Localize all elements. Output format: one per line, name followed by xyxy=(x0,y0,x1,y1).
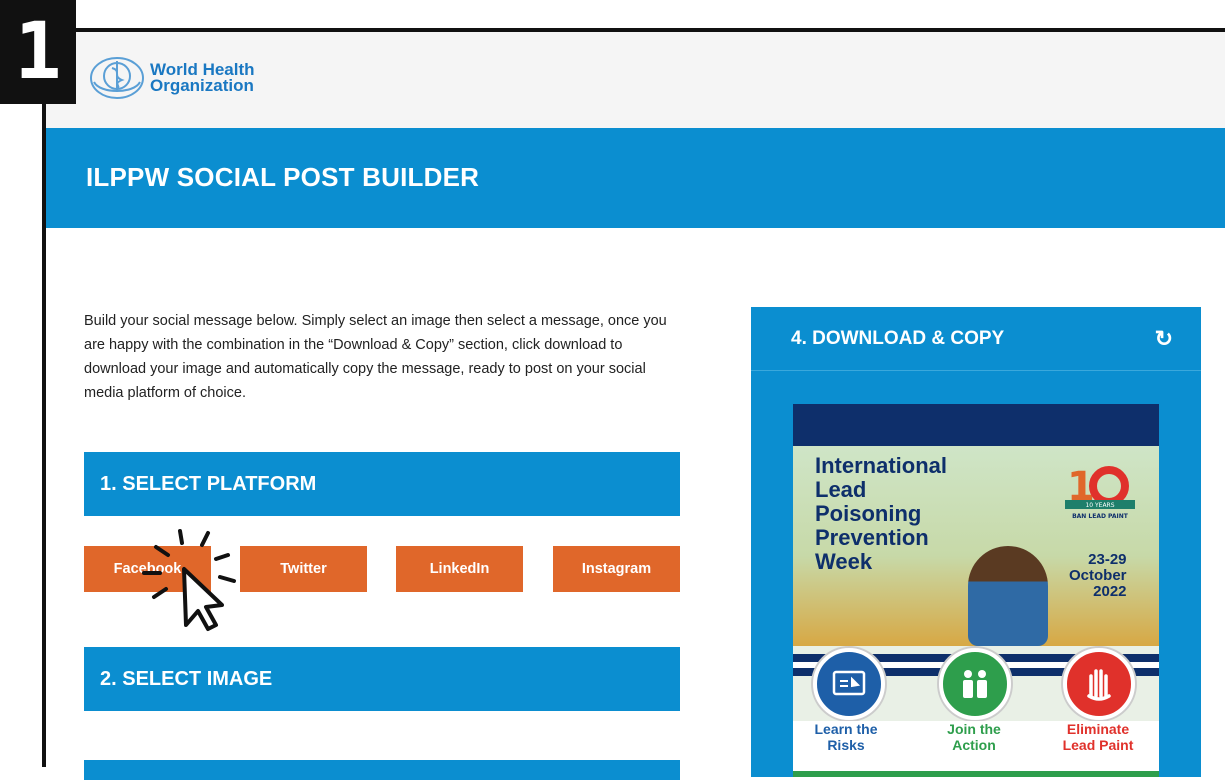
caption-line: Eliminate xyxy=(1066,721,1130,737)
poster-date-line: 2022 xyxy=(1093,583,1127,600)
platform-button-instagram[interactable]: Instagram xyxy=(553,546,680,592)
section-select-platform: 1. SELECT PLATFORM xyxy=(84,452,680,516)
poster-dates: 23-29 October 2022 xyxy=(1069,552,1127,600)
top-bar: World Health Organization xyxy=(46,32,1225,128)
intro-text: Build your social message below. Simply … xyxy=(84,313,667,401)
caption-eliminate-lead: Eliminate Lead Paint xyxy=(1043,721,1153,753)
poster-title-line: Poisoning xyxy=(815,501,922,526)
caption-line: Risks xyxy=(827,737,865,753)
poster-title-line: Lead xyxy=(815,477,867,502)
poster-title: International Lead Poisoning Prevention … xyxy=(815,454,947,574)
caption-line: Learn the xyxy=(814,721,878,737)
caption-join-action: Join the Action xyxy=(919,721,1029,753)
reset-icon[interactable]: ↻ xyxy=(1155,326,1173,352)
platform-button-linkedin[interactable]: LinkedIn xyxy=(396,546,523,592)
poster-captions: Learn the Risks Join the Action Eliminat… xyxy=(793,721,1159,771)
section-select-image: 2. SELECT IMAGE xyxy=(84,647,680,711)
eliminate-lead-icon xyxy=(1063,648,1135,720)
poster-title-line: Week xyxy=(815,549,873,574)
ten-years-ribbon-text: 10 YEARS xyxy=(1085,502,1114,509)
who-emblem-icon xyxy=(90,57,144,99)
learn-risks-icon xyxy=(813,648,885,720)
poster-icons xyxy=(793,644,1159,724)
download-copy-header: 4. DOWNLOAD & COPY ↻ xyxy=(751,307,1201,371)
poster-bottom-bar xyxy=(793,771,1159,777)
join-action-icon xyxy=(939,648,1011,720)
poster-date-line: October xyxy=(1069,567,1127,584)
page-banner: ILPPW SOCIAL POST BUILDER xyxy=(46,128,1225,228)
caption-line: Join the xyxy=(947,721,1001,737)
poster-date-line: 23-29 xyxy=(1088,551,1127,568)
section-next-bar xyxy=(84,760,680,780)
logo-text: World Health Organization xyxy=(150,61,255,95)
caption-learn-risks: Learn the Risks xyxy=(793,721,901,753)
click-cursor-icon xyxy=(142,529,236,631)
caption-line: Lead Paint xyxy=(1062,737,1134,753)
caption-line: Action xyxy=(952,737,996,753)
platform-button-twitter[interactable]: Twitter xyxy=(240,546,367,592)
logo-line-2: Organization xyxy=(150,76,254,95)
who-logo[interactable]: World Health Organization xyxy=(88,56,255,100)
step-number-badge: 1 xyxy=(0,0,76,104)
ten-years-logo-icon: 1 10 YEARS BAN LEAD PAINT xyxy=(1065,464,1135,520)
poster-title-line: International xyxy=(815,453,948,478)
page-title: ILPPW SOCIAL POST BUILDER xyxy=(86,162,480,192)
poster-preview[interactable]: International Lead Poisoning Prevention … xyxy=(793,404,1159,777)
poster-header-strip xyxy=(793,404,1159,446)
poster-title-line: Prevention xyxy=(815,525,929,550)
download-copy-title: 4. DOWNLOAD & COPY xyxy=(791,327,1005,349)
browser-frame: World Health Organization ILPPW SOCIAL P… xyxy=(42,28,1225,780)
child-figure xyxy=(968,546,1048,646)
download-copy-panel: 4. DOWNLOAD & COPY ↻ International Lead … xyxy=(751,307,1201,777)
ban-lead-paint-text: BAN LEAD PAINT xyxy=(1072,513,1129,520)
